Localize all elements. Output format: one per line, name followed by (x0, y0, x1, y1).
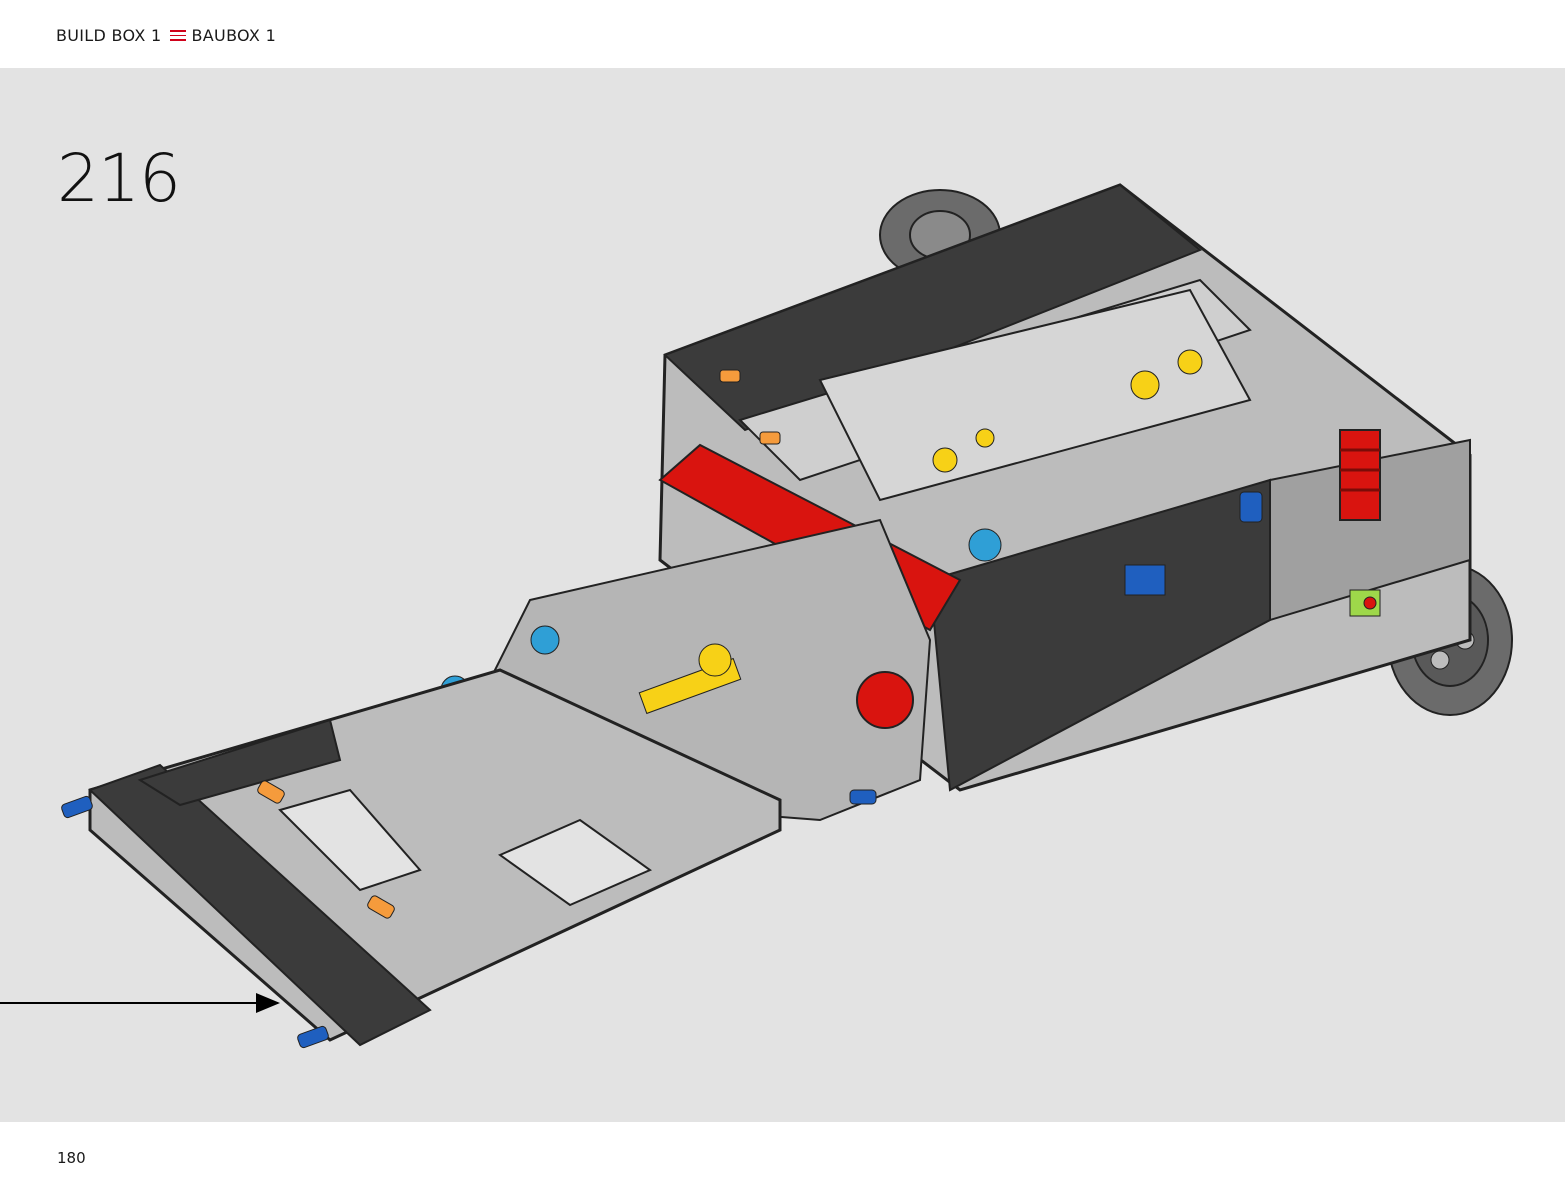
page-footer (0, 1122, 1565, 1191)
suspension-spring (1339, 429, 1381, 521)
model-illustration (0, 183, 1513, 1049)
three-red-lines-icon (169, 29, 186, 43)
build-box-label: BUILD BOX 1 BAUBOX 1 (56, 26, 276, 45)
build-box-de: BAUBOX 1 (191, 26, 277, 45)
page-header: BUILD BOX 1 BAUBOX 1 (0, 0, 1565, 68)
build-box-en: BUILD BOX 1 (56, 26, 162, 45)
page-number: 180 (57, 1149, 86, 1167)
